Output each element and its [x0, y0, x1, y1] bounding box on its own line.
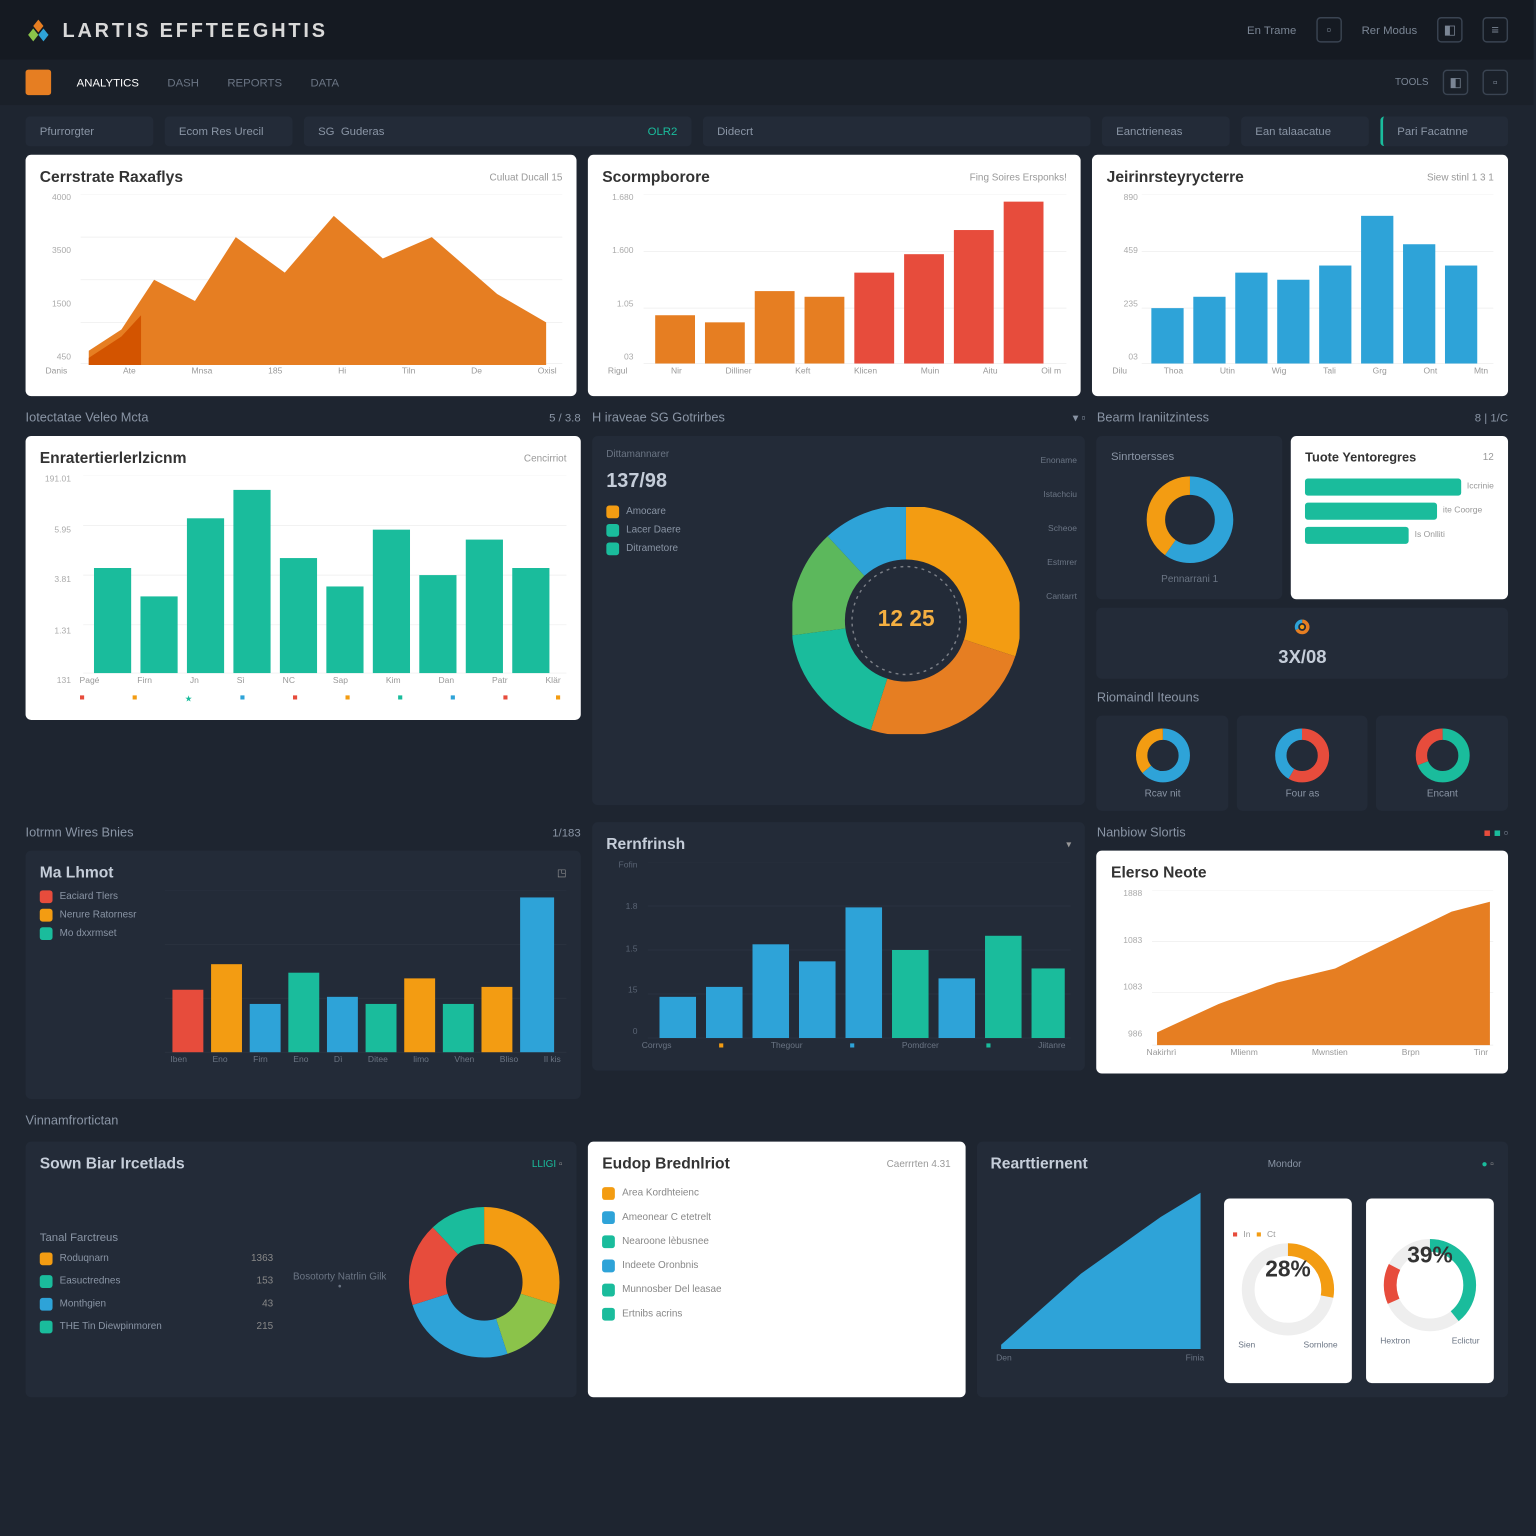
- nav-analytics[interactable]: ANALYTICS: [65, 70, 150, 94]
- chart-c5: 12 25 EnonameIstachciuScheoeEstmrerCanta…: [741, 450, 1071, 791]
- top-icon-1[interactable]: ▫: [1316, 17, 1342, 43]
- filterbar: Pfurrorgter Ecom Res Urecil SG GuderasOL…: [0, 105, 1534, 155]
- card-c3: JeirinrsteyrycterreSiew stinl 1 3 1 8904…: [1092, 155, 1508, 396]
- filter-e[interactable]: Eanctrieneas: [1102, 116, 1230, 146]
- brand-text: LARTIS EFFTEEGHTIS: [62, 18, 327, 41]
- filter-a[interactable]: Pfurrorgter: [26, 116, 154, 146]
- card-c9: Elerso Neote 188810831083986 NakirhrìMli…: [1097, 851, 1508, 1074]
- chart-c9: [1111, 890, 1494, 1046]
- logo-icon: [26, 17, 52, 43]
- card-c1: Cerrstrate RaxaflysCuluat Ducall 15 4000…: [26, 155, 577, 396]
- top-link-1[interactable]: En Trame: [1247, 23, 1296, 36]
- filter-f[interactable]: Ean talaacatue: [1241, 116, 1369, 146]
- card-c11: Eudop BrednlriotCaerrrten 4.31 Area Kord…: [588, 1142, 965, 1398]
- nav-icon-1[interactable]: ◧: [1443, 70, 1469, 96]
- nav-icon-2[interactable]: ▫: [1482, 70, 1508, 96]
- card-c4: EnratertierlerlzicnmCencirriot 191.015.9…: [26, 436, 581, 720]
- filter-b[interactable]: Ecom Res Urecil: [165, 116, 293, 146]
- donut-c6c: [1277, 619, 1328, 635]
- gauge-2: 39% HextronEclictur: [1366, 1198, 1494, 1383]
- navbar: ANALYTICS DASH REPORTS DATA TOOLS ◧ ▫: [0, 60, 1534, 105]
- shield-icon: [26, 70, 52, 96]
- chart-c7: [165, 890, 567, 1053]
- donut-c6a: [1144, 474, 1235, 565]
- gauge-1: ■In■Ct 28% SienSornlone: [1224, 1198, 1352, 1383]
- card-c6b: Tuote Yentoregres12 Iccrinie ite Coorge …: [1291, 436, 1508, 599]
- nav-tools[interactable]: TOOLS: [1395, 77, 1429, 87]
- stat-1: Rcav nit: [1097, 716, 1228, 811]
- card-c6a: Sinrtoersses Pennarrani 1: [1097, 436, 1283, 599]
- chart-c8: [606, 862, 1071, 1039]
- chart-c1: [40, 195, 563, 365]
- filter-c[interactable]: SG GuderasOLR2: [304, 116, 692, 146]
- nav-data[interactable]: DATA: [299, 70, 350, 94]
- nav-reports[interactable]: REPORTS: [216, 70, 293, 94]
- logo: LARTIS EFFTEEGHTIS: [26, 17, 328, 43]
- filter-g[interactable]: Pari Facatnne: [1380, 116, 1508, 146]
- chart-c2: [602, 195, 1067, 365]
- chart-c3: [1107, 195, 1494, 365]
- topbar: LARTIS EFFTEEGHTIS En Trame ▫ Rer Modus …: [0, 0, 1534, 60]
- top-link-2[interactable]: Rer Modus: [1362, 23, 1418, 36]
- card-c12: RearttiernentMondor● ▫ DenFinia ■In■Ct 2…: [976, 1142, 1508, 1398]
- card-c10: Sown Biar IrcetladsLLIGI ▫ Tanal Farctre…: [26, 1142, 577, 1398]
- top-icon-3[interactable]: ≡: [1482, 17, 1508, 43]
- card-c8: Rernfrinsh▾ Fofin1.81.5150 Corrvgs■Thego…: [592, 822, 1085, 1070]
- chart-c12: [990, 1181, 1209, 1351]
- nav-dash[interactable]: DASH: [156, 70, 210, 94]
- card-c2: ScormpbororeFing Soires Ersponks! 1.6801…: [588, 155, 1081, 396]
- chart-c10: [406, 1204, 562, 1360]
- card-c6c: 3X/08: [1097, 608, 1508, 679]
- filter-d[interactable]: Didecrt: [703, 116, 1091, 146]
- stat-2: Four as: [1237, 716, 1368, 811]
- top-icon-2[interactable]: ◧: [1437, 17, 1463, 43]
- stat-3: Encant: [1377, 716, 1508, 811]
- chart-c4: [40, 476, 567, 675]
- card-c7: Ma Lhmot◳ Eaciard Tlers Nerure Ratornesr…: [26, 851, 581, 1100]
